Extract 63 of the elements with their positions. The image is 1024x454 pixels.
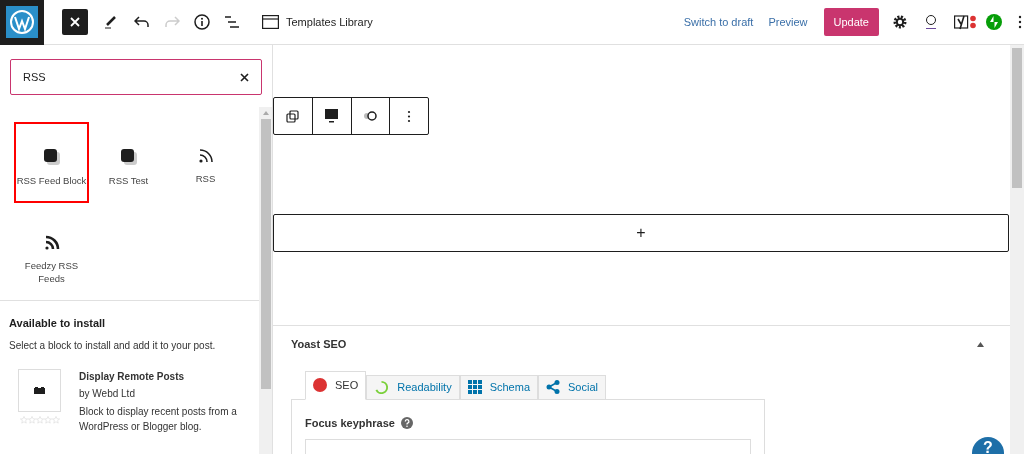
preview-link[interactable]: Preview <box>768 13 808 31</box>
block-label: RSS Feed Block <box>15 174 88 187</box>
plugin-description: Block to display recent posts from a WordPress or Blogger blog. <box>79 404 238 434</box>
block-item[interactable]: RSS Test <box>91 122 166 203</box>
panel-tab[interactable]: Readability <box>366 374 460 400</box>
block-label: Feedzy RSS Feeds <box>23 259 80 285</box>
star-icon <box>43 415 52 424</box>
score-ring-icon <box>374 379 390 395</box>
plugin-title[interactable]: Display Remote Posts <box>79 368 239 384</box>
help-button[interactable]: ? <box>972 436 1004 454</box>
section-description: Select a block to install and add it to your post. <box>9 338 217 353</box>
undo-icon[interactable] <box>134 16 150 28</box>
monitor-icon <box>325 109 339 123</box>
more-icon[interactable] <box>1018 15 1022 29</box>
more-icon <box>407 109 412 123</box>
plugin-thumbnail[interactable] <box>18 368 61 412</box>
document-title[interactable]: Templates Library <box>286 13 373 31</box>
star-icon <box>35 415 44 424</box>
block-item[interactable]: RSS Feed Block <box>14 122 89 203</box>
grid-icon <box>467 380 482 394</box>
panel-tab[interactable]: Social <box>538 374 606 400</box>
panel-title[interactable]: Yoast SEO <box>291 336 347 353</box>
close-icon <box>69 16 81 28</box>
scrollbar[interactable] <box>259 107 272 454</box>
star-icon <box>19 415 28 424</box>
block-label: RSS <box>194 172 217 185</box>
block-icon <box>42 148 61 166</box>
field-label: Focus keyphrase <box>305 415 395 431</box>
info-icon[interactable] <box>194 14 210 30</box>
yoast-icon[interactable] <box>954 14 976 30</box>
toggle-icon <box>362 110 379 122</box>
pencil-icon[interactable] <box>104 15 118 29</box>
section-heading: Available to install <box>9 316 107 331</box>
window-icon <box>262 15 279 29</box>
logo-icon[interactable] <box>0 0 44 45</box>
star-icon <box>51 415 60 424</box>
block-icon <box>119 148 138 166</box>
plugin-author: by Webd Ltd <box>79 386 136 401</box>
duplicate-icon <box>286 109 300 123</box>
help-icon[interactable] <box>400 416 413 429</box>
star-icon <box>27 415 36 424</box>
rss-icon <box>43 235 60 251</box>
settings-icon[interactable] <box>893 15 907 29</box>
block-item[interactable]: RSS <box>168 122 243 203</box>
block-item[interactable]: Feedzy RSS Feeds <box>14 209 89 290</box>
list-view-icon[interactable] <box>224 15 240 29</box>
share-icon <box>546 380 560 394</box>
close-button[interactable] <box>62 9 88 35</box>
search-field[interactable]: RSS <box>10 59 262 95</box>
switch-to-draft-link[interactable]: Switch to draft <box>683 13 754 31</box>
avatar-icon[interactable] <box>924 14 938 30</box>
block-label: RSS Test <box>107 174 150 187</box>
add-block-button[interactable]: + <box>273 214 1009 252</box>
scrollbar[interactable] <box>1010 45 1024 454</box>
keyphrase-field[interactable] <box>305 439 751 454</box>
update-button[interactable]: Update <box>823 8 879 36</box>
rss-icon <box>197 148 214 164</box>
jetpack-icon[interactable] <box>986 14 1002 30</box>
clear-icon[interactable] <box>240 72 249 82</box>
panel-tab[interactable]: Schema <box>459 374 538 400</box>
block-icon <box>34 386 45 394</box>
collapse-icon[interactable] <box>977 341 984 347</box>
panel-tab[interactable]: SEO <box>305 370 367 400</box>
